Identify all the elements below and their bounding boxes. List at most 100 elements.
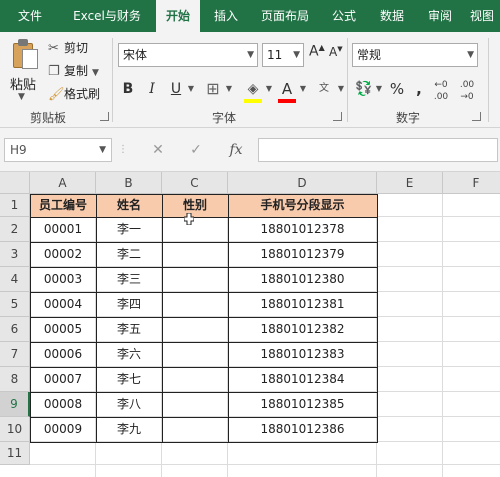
table-cell[interactable] (162, 417, 228, 442)
header-cell[interactable]: 员工编号 (30, 194, 96, 217)
table-cell[interactable]: 李五 (96, 317, 162, 342)
number-launcher-icon[interactable] (472, 112, 481, 121)
table-cell[interactable]: 18801012384 (228, 367, 377, 392)
bold-icon[interactable]: B (118, 77, 138, 101)
row-header-7[interactable]: 7 (0, 342, 30, 367)
column-header-d[interactable]: D (228, 172, 377, 194)
copy-dropdown-icon[interactable]: ▼ (92, 68, 99, 78)
table-cell[interactable] (162, 392, 228, 417)
percent-icon[interactable]: % (388, 77, 406, 101)
row-header-1[interactable]: 1 (0, 194, 30, 217)
tab-home[interactable]: 开始 (156, 0, 200, 32)
comma-style-icon[interactable]: , (412, 77, 426, 101)
column-header-c[interactable]: C (162, 172, 228, 194)
table-cell[interactable]: 18801012383 (228, 342, 377, 367)
table-cell[interactable]: 00003 (30, 267, 96, 292)
increase-font-size-icon[interactable]: A▲ (309, 43, 325, 60)
row-header-9[interactable]: 9 (0, 392, 30, 417)
table-cell[interactable]: 李七 (96, 367, 162, 392)
header-cell[interactable]: 手机号分段显示 (228, 194, 377, 217)
insert-function-icon[interactable]: fx (222, 138, 250, 162)
table-cell[interactable]: 18801012378 (228, 217, 377, 242)
table-cell[interactable]: 李二 (96, 242, 162, 267)
table-cell[interactable]: 00002 (30, 242, 96, 267)
tab-excel-finance[interactable]: Excel与财务 (62, 0, 152, 32)
paste-icon[interactable] (10, 38, 40, 70)
column-header-e[interactable]: E (377, 172, 443, 194)
table-cell[interactable]: 李四 (96, 292, 162, 317)
paste-button[interactable]: 粘贴 (10, 74, 36, 93)
currency-dropdown-icon[interactable]: ▼ (374, 77, 384, 101)
tab-insert[interactable]: 插入 (204, 0, 248, 32)
table-cell[interactable]: 18801012379 (228, 242, 377, 267)
table-cell[interactable] (162, 217, 228, 242)
cut-button[interactable]: ✂ 剪切 (48, 39, 88, 56)
underline-icon[interactable]: U (166, 77, 186, 101)
row-header-5[interactable]: 5 (0, 292, 30, 317)
number-format-select[interactable]: 常规 ▼ (352, 43, 478, 67)
fill-color-dropdown-icon[interactable]: ▼ (264, 77, 274, 101)
font-name-select[interactable]: 宋体 ▼ (118, 43, 258, 67)
table-cell[interactable]: 18801012381 (228, 292, 377, 317)
formula-input[interactable] (258, 138, 498, 162)
table-cell[interactable] (162, 367, 228, 392)
row-header-2[interactable]: 2 (0, 217, 30, 242)
table-cell[interactable]: 李三 (96, 267, 162, 292)
paste-dropdown-icon[interactable]: ▼ (18, 92, 25, 102)
decrease-decimal-icon[interactable]: .00 →0 (456, 77, 478, 102)
tab-review[interactable]: 审阅 (418, 0, 462, 32)
cancel-icon[interactable]: ✕ (146, 138, 170, 162)
phonetic-guide-icon[interactable]: 文 (312, 77, 336, 101)
header-cell[interactable]: 性别 (162, 194, 228, 217)
table-cell[interactable]: 00005 (30, 317, 96, 342)
currency-icon[interactable]: 💱 (354, 77, 374, 101)
row-header-8[interactable]: 8 (0, 367, 30, 392)
phonetic-dropdown-icon[interactable]: ▼ (336, 77, 346, 101)
italic-icon[interactable]: I (142, 77, 162, 101)
font-color-dropdown-icon[interactable]: ▼ (298, 77, 308, 101)
table-cell[interactable]: 18801012380 (228, 267, 377, 292)
chevron-down-icon[interactable]: ▼ (99, 139, 106, 161)
table-cell[interactable]: 00006 (30, 342, 96, 367)
font-color-icon[interactable]: A (276, 77, 298, 101)
table-cell[interactable]: 李九 (96, 417, 162, 442)
header-cell[interactable]: 姓名 (96, 194, 162, 217)
table-cell[interactable]: 李六 (96, 342, 162, 367)
table-cell[interactable]: 李八 (96, 392, 162, 417)
copy-button[interactable]: ❐ 复制 ▼ (48, 62, 99, 79)
fill-color-icon[interactable]: ◈ (242, 77, 264, 101)
row-header-3[interactable]: 3 (0, 242, 30, 267)
name-box[interactable]: H9 ▼ (4, 138, 112, 162)
borders-icon[interactable]: ⊞ (202, 77, 224, 101)
column-header-b[interactable]: B (96, 172, 162, 194)
column-header-f[interactable]: F (443, 172, 500, 194)
table-cell[interactable]: 18801012385 (228, 392, 377, 417)
format-painter-button[interactable]: 🖌格式刷 (48, 85, 100, 102)
font-size-select[interactable]: 11 ▼ (262, 43, 304, 67)
borders-dropdown-icon[interactable]: ▼ (224, 77, 234, 101)
table-cell[interactable]: 李一 (96, 217, 162, 242)
row-header-6[interactable]: 6 (0, 317, 30, 342)
table-cell[interactable]: 18801012386 (228, 417, 377, 442)
table-cell[interactable]: 00001 (30, 217, 96, 242)
table-cell[interactable]: 00004 (30, 292, 96, 317)
row-header-10[interactable]: 10 (0, 417, 30, 442)
increase-decimal-icon[interactable]: ←0.00 (430, 77, 452, 102)
table-cell[interactable] (162, 267, 228, 292)
table-cell[interactable] (162, 317, 228, 342)
table-cell[interactable]: 00008 (30, 392, 96, 417)
row-header-4[interactable]: 4 (0, 267, 30, 292)
decrease-font-size-icon[interactable]: A▼ (329, 45, 343, 59)
table-cell[interactable]: 00009 (30, 417, 96, 442)
underline-dropdown-icon[interactable]: ▼ (186, 77, 196, 101)
tab-data[interactable]: 数据 (370, 0, 414, 32)
tab-page-layout[interactable]: 页面布局 (252, 0, 318, 32)
font-launcher-icon[interactable] (333, 112, 342, 121)
tab-view[interactable]: 视图 (464, 0, 500, 32)
tab-file[interactable]: 文件 (8, 0, 52, 32)
table-cell[interactable] (162, 242, 228, 267)
table-cell[interactable]: 00007 (30, 367, 96, 392)
tab-formulas[interactable]: 公式 (322, 0, 366, 32)
clipboard-launcher-icon[interactable] (100, 112, 109, 121)
select-all-corner[interactable] (0, 172, 30, 194)
